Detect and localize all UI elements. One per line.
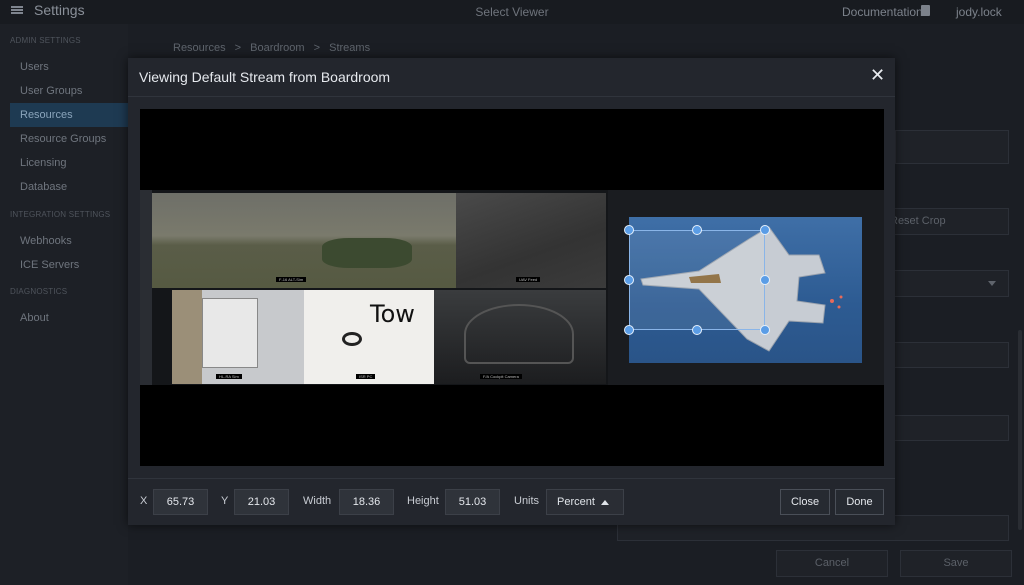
breadcrumb: Resources > Boardroom > Streams bbox=[173, 42, 370, 54]
breadcrumb-resources[interactable]: Resources bbox=[173, 42, 226, 54]
tile-label: HL-RA Sim bbox=[216, 374, 242, 379]
windows-desktop-tile: HL-RA Sim bbox=[172, 290, 304, 384]
whiteboard-circle bbox=[342, 332, 362, 346]
crop-handle-bottom[interactable] bbox=[692, 325, 702, 335]
sidebar: ADMIN SETTINGS Users User Groups Resourc… bbox=[0, 24, 128, 585]
done-button[interactable]: Done bbox=[835, 489, 884, 515]
book-icon[interactable] bbox=[921, 5, 930, 16]
close-icon[interactable]: ✕ bbox=[869, 66, 886, 84]
dialog-window bbox=[202, 298, 258, 368]
section-diagnostics: DIAGNOSTICS bbox=[10, 287, 68, 296]
save-button[interactable]: Save bbox=[900, 550, 1012, 577]
cockpit-frame bbox=[464, 304, 574, 364]
whiteboard-writing: Tow bbox=[370, 300, 415, 328]
chevron-up-icon bbox=[601, 500, 609, 505]
units-value: Percent bbox=[557, 496, 595, 508]
reset-crop-label: Reset Crop bbox=[890, 215, 946, 227]
width-label: Width bbox=[303, 495, 332, 507]
user-menu[interactable]: jody.lock bbox=[956, 5, 1002, 19]
stream-viewer-modal: Viewing Default Stream from Boardroom ✕ … bbox=[128, 58, 895, 525]
sidebar-item-database[interactable]: Database bbox=[20, 181, 67, 193]
cancel-button[interactable]: Cancel bbox=[776, 550, 888, 577]
crop-handle-top[interactable] bbox=[692, 225, 702, 235]
sidebar-item-ice-servers[interactable]: ICE Servers bbox=[20, 259, 79, 271]
sim-terrain-tile: F-16 ALT-Sim bbox=[152, 193, 456, 288]
stream-viewer[interactable]: F-16 ALT-Sim UAV Feed HL-RA Sim Tow ISR … bbox=[140, 109, 884, 466]
x-input[interactable]: 65.73 bbox=[153, 489, 208, 515]
whiteboard-tile: Tow ISR PC bbox=[304, 290, 434, 384]
sidebar-item-resources[interactable]: Resources bbox=[10, 103, 128, 127]
breadcrumb-separator: > bbox=[234, 42, 242, 54]
tile-label: ISR PC bbox=[356, 374, 376, 379]
cockpit-camera-tile: F/A Cockpit Camera bbox=[434, 290, 606, 384]
scrollbar[interactable] bbox=[1018, 330, 1022, 530]
documentation-link[interactable]: Documentation bbox=[842, 5, 923, 19]
modal-title: Viewing Default Stream from Boardroom bbox=[139, 69, 391, 85]
tile-label: F/A Cockpit Camera bbox=[480, 374, 522, 379]
y-label: Y bbox=[221, 495, 229, 507]
background-field[interactable] bbox=[880, 415, 1009, 441]
crop-handle-left[interactable] bbox=[624, 275, 634, 285]
crop-handle-top-left[interactable] bbox=[624, 225, 634, 235]
section-integration-settings: INTEGRATION SETTINGS bbox=[10, 210, 111, 219]
width-input[interactable]: 18.36 bbox=[339, 489, 394, 515]
sidebar-item-users[interactable]: Users bbox=[20, 61, 49, 73]
crop-controls: X 65.73 Y 21.03 Width 18.36 Height 51.03… bbox=[128, 478, 895, 525]
sidebar-item-user-groups[interactable]: User Groups bbox=[20, 85, 82, 97]
height-label: Height bbox=[407, 495, 439, 507]
chevron-down-icon bbox=[988, 281, 996, 286]
height-input[interactable]: 51.03 bbox=[445, 489, 500, 515]
x-label: X bbox=[140, 495, 148, 507]
modal-header: Viewing Default Stream from Boardroom ✕ bbox=[128, 58, 895, 96]
crop-handle-bottom-right[interactable] bbox=[760, 325, 770, 335]
background-panel bbox=[895, 130, 1009, 164]
crop-selection[interactable] bbox=[629, 230, 765, 330]
bushes-shape bbox=[322, 238, 412, 268]
sidebar-item-about[interactable]: About bbox=[20, 312, 49, 324]
tile-label: UAV Feed bbox=[516, 277, 541, 282]
units-select[interactable]: Percent bbox=[546, 489, 624, 515]
close-button[interactable]: Close bbox=[780, 489, 830, 515]
crop-handle-right[interactable] bbox=[760, 275, 770, 285]
background-field[interactable] bbox=[880, 342, 1009, 368]
sidebar-item-webhooks[interactable]: Webhooks bbox=[20, 235, 72, 247]
sidebar-item-resource-groups[interactable]: Resource Groups bbox=[20, 133, 106, 145]
divider bbox=[128, 96, 895, 97]
units-label: Units bbox=[514, 495, 540, 507]
image-strip bbox=[172, 290, 202, 384]
uav-feed-tile: UAV Feed bbox=[456, 193, 606, 288]
section-admin-settings: ADMIN SETTINGS bbox=[10, 36, 81, 45]
breadcrumb-separator: > bbox=[313, 42, 321, 54]
top-bar: Settings Select Viewer Documentation jod… bbox=[0, 0, 1024, 24]
side-toolbar bbox=[140, 190, 152, 385]
sidebar-item-licensing[interactable]: Licensing bbox=[20, 157, 66, 169]
tile-label: F-16 ALT-Sim bbox=[276, 277, 307, 282]
breadcrumb-boardroom[interactable]: Boardroom bbox=[250, 42, 304, 54]
crop-handle-top-right[interactable] bbox=[760, 225, 770, 235]
crop-handle-bottom-left[interactable] bbox=[624, 325, 634, 335]
breadcrumb-streams[interactable]: Streams bbox=[329, 42, 370, 54]
y-input[interactable]: 21.03 bbox=[234, 489, 289, 515]
